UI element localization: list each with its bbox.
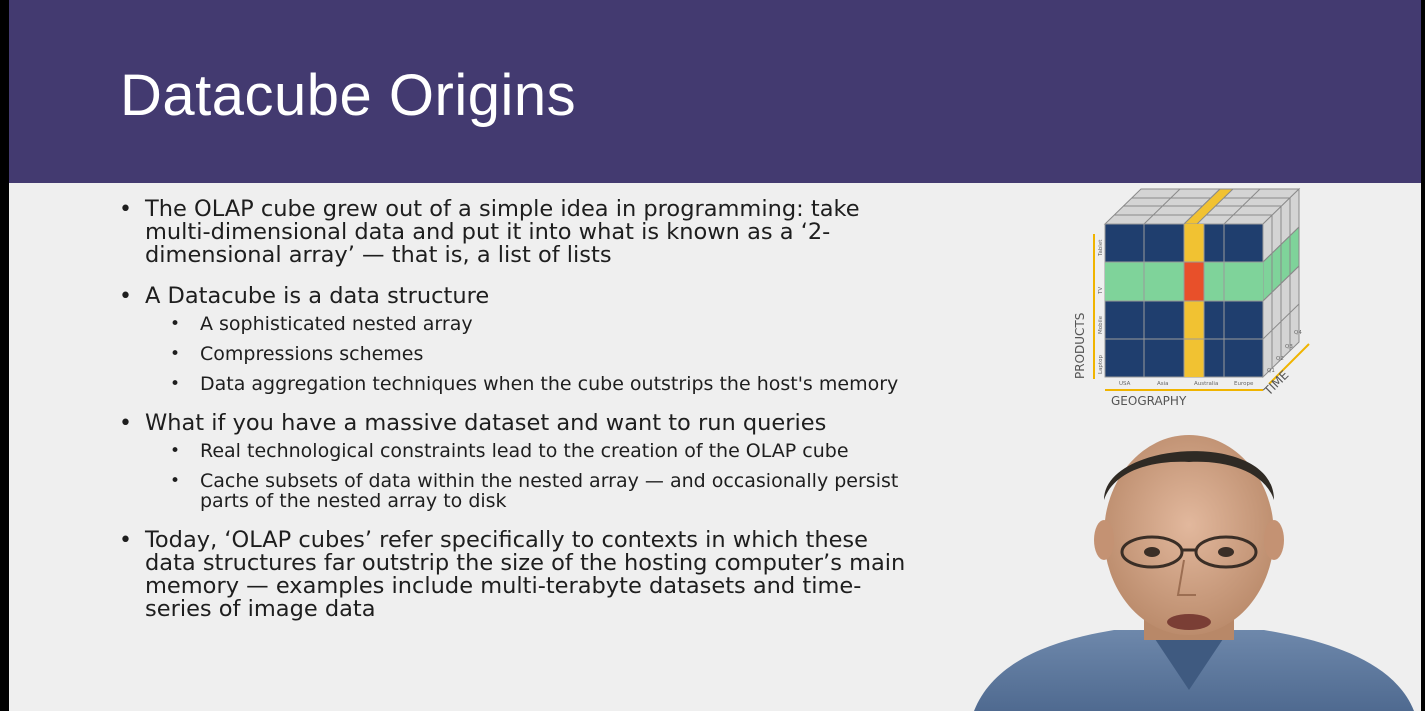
tick-label-products: Tablet bbox=[1098, 239, 1104, 257]
sub-bullet-text: Data aggregation techniques when the cub… bbox=[200, 373, 899, 395]
axis-label-products: PRODUCTS bbox=[1073, 313, 1087, 379]
presenter-video bbox=[974, 435, 1414, 711]
presenter-body bbox=[974, 630, 1414, 711]
bullet-2-text: A Datacube is a data structure bbox=[145, 283, 490, 309]
sub-bullet-text: Cache subsets of data within the nested … bbox=[200, 470, 899, 512]
sub-bullet: • Real technological constraints lead to … bbox=[170, 441, 917, 461]
bullet-3-text: What if you have a massive dataset and w… bbox=[145, 410, 827, 436]
tick-label-products: TV bbox=[1098, 287, 1104, 295]
bullet-4: • Today, ‘OLAP cubes’ refer specifically… bbox=[117, 529, 917, 621]
tick-label-products: Laptop bbox=[1098, 355, 1104, 374]
tick-label-time: Q3 bbox=[1285, 344, 1293, 350]
bullet-list: • The OLAP cube grew out of a simple ide… bbox=[117, 198, 917, 621]
bullet-icon: • bbox=[170, 314, 181, 334]
sub-bullet-text: Real technological constraints lead to t… bbox=[200, 440, 849, 462]
title-band: Datacube Origins bbox=[9, 0, 1421, 183]
bullet-icon: • bbox=[170, 344, 181, 364]
sub-bullet-text: A sophisticated nested array bbox=[200, 313, 473, 335]
bullet-4-text: Today, ‘OLAP cubes’ refer specifically t… bbox=[145, 527, 906, 622]
tick-label-time: Q1 bbox=[1267, 368, 1275, 374]
tick-label-time: Q4 bbox=[1294, 330, 1302, 336]
slide-content: • The OLAP cube grew out of a simple ide… bbox=[117, 198, 917, 639]
bullet-icon: • bbox=[170, 374, 181, 394]
tick-label-products: Mobile bbox=[1098, 315, 1104, 334]
tick-label-time: Q2 bbox=[1276, 356, 1284, 362]
olap-cube-figure: PRODUCTS GEOGRAPHY TIME Laptop Mobile TV… bbox=[1073, 187, 1310, 408]
sub-bullet: • Cache subsets of data within the nested… bbox=[170, 471, 917, 511]
sub-bullet-list: • Real technological constraints lead to … bbox=[145, 441, 917, 511]
bullet-icon: • bbox=[119, 528, 132, 553]
sub-bullet: • Compressions schemes bbox=[170, 344, 917, 364]
presenter-head bbox=[1094, 435, 1284, 640]
bullet-2: • A Datacube is a data structure • A soph… bbox=[117, 283, 917, 395]
tick-label-geography: Australia bbox=[1194, 381, 1218, 387]
sub-bullet-text: Compressions schemes bbox=[200, 343, 424, 365]
axis-label-geography: GEOGRAPHY bbox=[1111, 394, 1187, 408]
cube-front-face bbox=[1104, 223, 1264, 378]
tick-label-geography: Asia bbox=[1157, 381, 1169, 387]
slide-title: Datacube Origins bbox=[120, 63, 577, 128]
bullet-icon: • bbox=[170, 441, 181, 461]
sub-bullet: • A sophisticated nested array bbox=[170, 314, 917, 334]
bullet-3: • What if you have a massive dataset and… bbox=[117, 410, 917, 512]
bullet-icon: • bbox=[170, 471, 181, 491]
bullet-icon: • bbox=[119, 411, 132, 436]
bullet-1-text: The OLAP cube grew out of a simple idea … bbox=[145, 196, 860, 268]
tick-label-geography: Europe bbox=[1234, 381, 1254, 387]
sub-bullet: • Data aggregation techniques when the cu… bbox=[170, 374, 917, 394]
bullet-1: • The OLAP cube grew out of a simple ide… bbox=[117, 198, 917, 267]
slide: Datacube Origins • The OLAP cube grew ou… bbox=[9, 0, 1421, 711]
bullet-icon: • bbox=[119, 284, 132, 309]
sub-bullet-list: • A sophisticated nested array • Compressi… bbox=[145, 314, 917, 394]
tick-label-geography: USA bbox=[1119, 381, 1131, 387]
bullet-icon: • bbox=[119, 197, 132, 222]
